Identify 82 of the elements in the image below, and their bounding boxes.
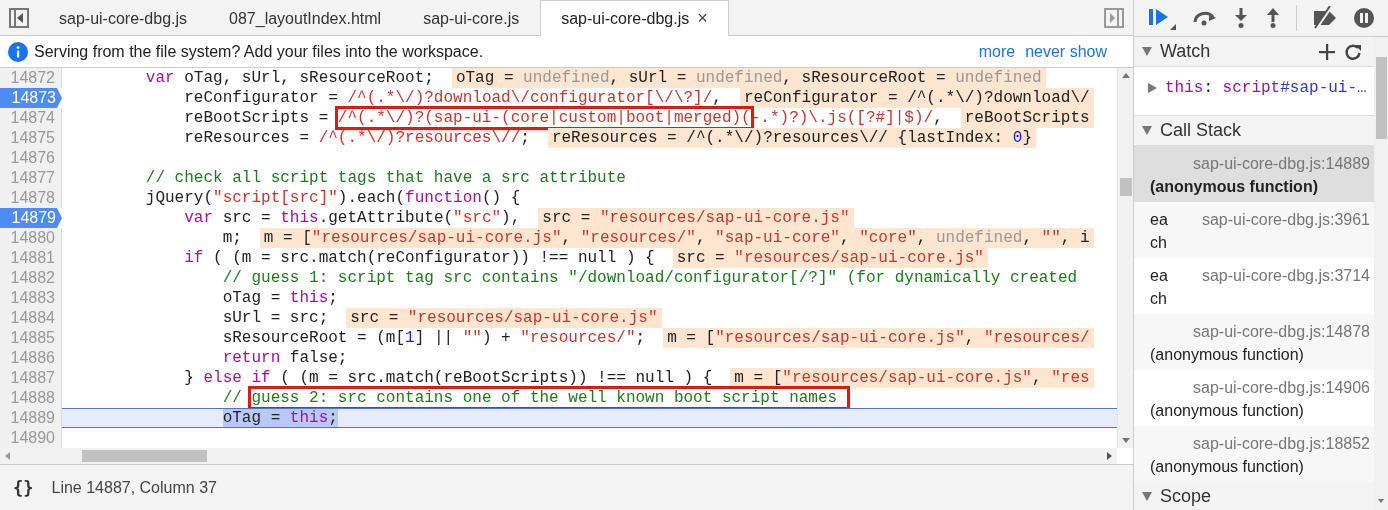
file-tab[interactable]: sap-ui-core-dbg.js × <box>540 0 729 36</box>
code-line: // guess 1: script tag src contains "/download/configurator[/?]" (for dynamically created <box>221 268 1078 288</box>
breakpoint-marker[interactable]: 14873 <box>0 88 62 108</box>
section-header[interactable]: Scope <box>1134 482 1374 510</box>
line-number[interactable]: 14890 <box>0 428 62 448</box>
inline-value: reConfigurator = /^(.*\/)?download\/ <box>739 88 1094 108</box>
inline-value: src = "resources/sap-ui-core.js" <box>672 248 988 268</box>
inline-value: reResources = /^(.*\/)?resources\// {lastIndex: 0} <box>547 128 1036 148</box>
code-line: // check all script tags that have a src attribute <box>144 168 626 188</box>
inline-value: src = "resources/sap-ui-core.js" <box>346 308 662 328</box>
line-number[interactable]: 14888 <box>0 388 62 408</box>
code-line: reBootScripts = /^(.*\/)?(sap-ui-(core|custom|boot|merged)(-.*)?)\.js([?#]|$)/, <box>69 108 943 128</box>
expand-triangle-icon[interactable] <box>1148 83 1157 93</box>
inline-value: m = ["resources/sap-ui-core.js", "res <box>730 368 1094 388</box>
info-icon[interactable] <box>8 41 28 62</box>
disclosure-triangle-icon[interactable] <box>1142 47 1152 56</box>
code-line: oTag = this; <box>221 408 338 428</box>
code-line: reConfigurator = /^(.*\/)?download\/configurator[\/\?]/, <box>183 88 722 108</box>
code-line: } else if ( (m = src.match(reBootScripts)) !== null ) { <box>183 368 713 388</box>
step-out-icon[interactable] <box>1264 7 1282 29</box>
line-number[interactable]: 14887 <box>0 368 62 388</box>
vertical-scrollbar[interactable] <box>1117 68 1133 448</box>
line-number[interactable]: 14874 <box>0 108 62 128</box>
code-line: oTag = this; <box>221 288 338 308</box>
code-line: var src = this.getAttribute("src"), <box>183 208 521 228</box>
line-number[interactable]: 14884 <box>0 308 62 328</box>
line-number[interactable]: 14877 <box>0 168 62 188</box>
line-number[interactable]: 14880 <box>0 228 62 248</box>
line-number[interactable]: 14889 <box>0 408 62 428</box>
horizontal-scrollbar[interactable] <box>0 448 1117 464</box>
call-stack-frame[interactable]: sap-ui-core-dbg.js:18852 (anonymous function) <box>1134 426 1374 482</box>
line-number[interactable]: 14886 <box>0 348 62 368</box>
disclosure-triangle-icon[interactable] <box>1142 126 1152 135</box>
code-line: m; <box>221 228 242 248</box>
panel-toggle-icon[interactable] <box>1103 6 1125 29</box>
inline-value: m = ["resources/sap-ui-core.js", "resources/ <box>663 328 1094 348</box>
scroll-thumb[interactable] <box>82 450 207 462</box>
inline-value: m = ["resources/sap-ui-core.js", "resources/", "sap-ui-core", "core", undefined, "", i <box>259 228 1094 248</box>
section-header[interactable]: Watch <box>1134 37 1374 67</box>
code-line: sUrl = src; <box>221 308 329 328</box>
code-line: jQuery("script[src]").each(function() { <box>144 188 521 208</box>
info-link[interactable]: never show <box>1025 42 1107 61</box>
scroll-thumb[interactable] <box>1376 57 1387 139</box>
add-icon[interactable] <box>1318 42 1336 61</box>
line-number[interactable]: 14876 <box>0 148 62 168</box>
code-line: reResources = /^(.*\/)?resources\//; <box>183 128 530 148</box>
line-number[interactable]: 14882 <box>0 268 62 288</box>
code-line: var oTag, sUrl, sResourceRoot; <box>144 68 434 88</box>
refresh-icon[interactable] <box>1344 42 1362 61</box>
inline-value: reBootScripts <box>960 108 1094 128</box>
disclosure-triangle-icon[interactable] <box>1142 492 1152 501</box>
info-link[interactable]: more <box>978 42 1016 61</box>
line-number[interactable]: 14875 <box>0 128 62 148</box>
sidebar-toggle-icon[interactable] <box>8 6 30 29</box>
code-line: // guess 2: src contains one of the well known boot script names <box>69 388 847 408</box>
inline-value: oTag = undefined, sUrl = undefined, sResourceRoot = undefined <box>451 68 1046 88</box>
line-number[interactable]: 14878 <box>0 188 62 208</box>
call-stack-frame[interactable]: sap-ui-core-dbg.js:14878 (anonymous function) <box>1134 314 1374 370</box>
file-tab[interactable]: sap-ui-core.js <box>402 0 541 36</box>
line-number[interactable]: 14881 <box>0 248 62 268</box>
code-line: sResourceRoot = (m[1] || "") + "resources/"; <box>221 328 646 348</box>
watch-expression: this: script#sap-ui-… <box>1165 79 1367 97</box>
deactivate-breakpoints-icon[interactable] <box>1311 6 1339 30</box>
section-header[interactable]: Call Stack <box>1134 116 1374 146</box>
code-line: return false; <box>221 348 348 368</box>
file-tab[interactable]: sap-ui-core-dbg.js <box>38 0 209 36</box>
pause-icon[interactable] <box>1353 7 1375 29</box>
pretty-print-button[interactable]: {} <box>13 477 34 498</box>
inline-value: src = "resources/sap-ui-core.js" <box>538 208 854 228</box>
scroll-thumb[interactable] <box>1120 178 1132 196</box>
call-stack-frame[interactable]: each sap-ui-core-dbg.js:3961 <box>1134 202 1374 258</box>
line-number[interactable]: 14872 <box>0 68 62 88</box>
info-message: Serving from the file system? Add your files into the workspace. <box>34 42 484 61</box>
cursor-position: Line 14887, Column 37 <box>51 478 217 497</box>
vertical-scrollbar[interactable] <box>1374 37 1388 510</box>
breakpoint-marker[interactable]: 14879 <box>0 208 62 228</box>
call-stack-frame[interactable]: sap-ui-core-dbg.js:14889 (anonymous function) <box>1134 146 1374 202</box>
close-icon[interactable]: × <box>697 8 708 29</box>
line-number[interactable]: 14883 <box>0 288 62 308</box>
line-number[interactable]: 14885 <box>0 328 62 348</box>
code-line: if ( (m = src.match(reConfigurator)) !== null ) { <box>183 248 655 268</box>
file-tab[interactable]: 087_layoutIndex.html <box>208 0 403 36</box>
